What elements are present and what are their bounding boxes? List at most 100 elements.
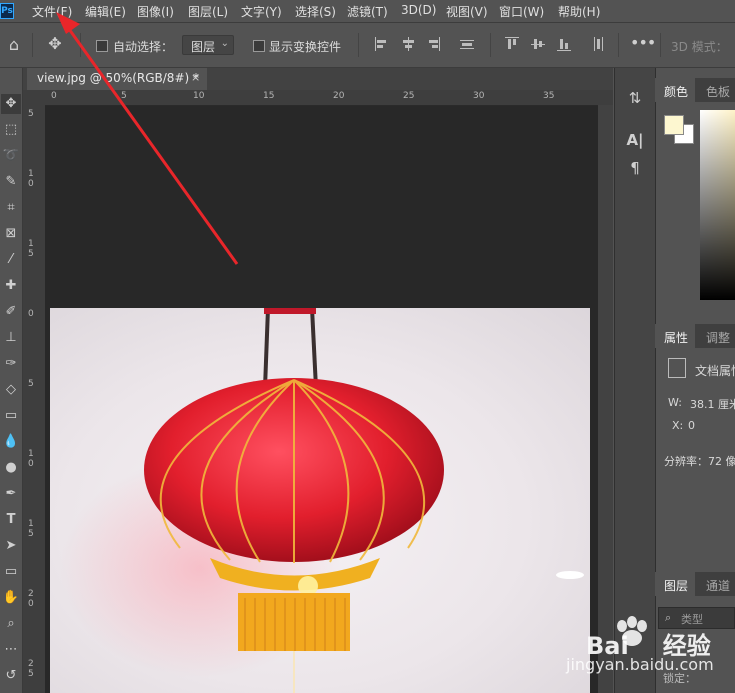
tab-channels[interactable]: 通道 <box>706 577 730 594</box>
lasso-tool-icon[interactable]: ➰ <box>1 146 21 166</box>
path-select-tool-icon[interactable]: ➤ <box>1 536 21 556</box>
vertical-ruler[interactable]: 5 1 0 1 5 0 5 1 0 1 5 2 0 2 5 <box>23 105 46 693</box>
divider <box>490 33 491 57</box>
options-bar: ⌂ ✥ 自动选择： 图层 ⌄ 显示变换控件 ••• 3D 模式： <box>0 23 735 68</box>
zoom-tool-icon[interactable]: ⌕ <box>1 614 21 634</box>
auto-select-dropdown[interactable]: 图层 ⌄ <box>182 35 234 55</box>
ruler-tick: 30 <box>473 91 485 101</box>
lantern-photo <box>60 308 584 693</box>
menu-help[interactable]: 帮助(H) <box>558 3 600 20</box>
ruler-tick: 25 <box>403 91 415 101</box>
3d-mode-label: 3D 模式： <box>671 40 728 54</box>
show-transform-label: 显示变换控件 <box>269 40 342 54</box>
marquee-tool-icon[interactable]: ⬚ <box>1 120 21 140</box>
pen-tool-icon[interactable]: ✒ <box>1 484 21 504</box>
frame-tool-icon[interactable]: ⊠ <box>1 224 21 244</box>
hand-tool-icon[interactable]: ✋ <box>1 588 21 608</box>
paragraph-panel-icon[interactable]: ¶ <box>625 158 645 178</box>
align-bottom-icon[interactable] <box>557 37 571 51</box>
swap-colors-icon[interactable]: ↺ <box>1 666 21 686</box>
distribute-icon[interactable] <box>460 37 474 51</box>
gradient-tool-icon[interactable]: ▭ <box>1 406 21 426</box>
ruler-tick: 0 <box>28 599 34 609</box>
crop-tool-icon[interactable]: ⌗ <box>1 198 21 218</box>
menu-select[interactable]: 选择(S) <box>295 3 336 20</box>
menu-filter[interactable]: 滤镜(T) <box>347 3 388 20</box>
healing-brush-tool-icon[interactable]: ✚ <box>1 276 21 296</box>
tab-layers[interactable]: 图层 <box>664 577 688 594</box>
horizontal-ruler[interactable]: 0 5 10 15 20 25 30 35 <box>45 90 613 106</box>
menu-layer[interactable]: 图层(L) <box>188 3 228 20</box>
width-label: W: <box>668 396 682 409</box>
menu-type[interactable]: 文字(Y) <box>241 3 282 20</box>
doc-properties-label: 文档属性 <box>695 364 735 378</box>
properties-panel-tabs: 属性 调整 <box>655 324 735 348</box>
color-picker-field[interactable] <box>700 110 735 300</box>
x-label: X: <box>672 419 684 432</box>
quick-select-tool-icon[interactable]: ✎ <box>1 172 21 192</box>
ruler-tick: 10 <box>193 91 205 101</box>
document-tab[interactable]: view.jpg @ 50%(RGB/8#) * × <box>27 68 207 90</box>
photoshop-logo: Ps <box>0 3 14 19</box>
x-value[interactable]: 0 <box>688 419 695 432</box>
menu-file[interactable]: 文件(F) <box>32 3 72 20</box>
align-left-icon[interactable] <box>375 37 387 51</box>
align-right-icon[interactable] <box>428 37 440 51</box>
menu-edit[interactable]: 编辑(E) <box>85 3 126 20</box>
align-center-h-icon[interactable] <box>402 37 414 51</box>
menu-bar: Ps 文件(F) 编辑(E) 图像(I) 图层(L) 文字(Y) 选择(S) 滤… <box>0 0 735 23</box>
canvas-image[interactable] <box>50 308 590 693</box>
ruler-tick: 35 <box>543 91 555 101</box>
move-tool-icon[interactable]: ✥ <box>45 36 65 52</box>
ruler-tick: 1 <box>28 239 34 249</box>
menu-3d[interactable]: 3D(D) <box>401 3 436 17</box>
ruler-tick: 5 <box>28 669 34 679</box>
document-scrollbar[interactable] <box>598 105 613 693</box>
tab-swatches[interactable]: 色板 <box>706 83 730 100</box>
history-brush-tool-icon[interactable]: ✑ <box>1 354 21 374</box>
ruler-tick: 1 <box>28 449 34 459</box>
layers-panel-tabs: 图层 通道 <box>655 572 735 596</box>
brush-tool-icon[interactable]: ✐ <box>1 302 21 322</box>
character-panel-icon[interactable]: A| <box>625 130 645 150</box>
show-transform-checkbox[interactable] <box>253 40 265 52</box>
tab-adjustments[interactable]: 调整 <box>706 329 730 346</box>
ruler-tick: 0 <box>51 91 57 101</box>
eyedropper-tool-icon[interactable]: ⁄ <box>1 250 21 270</box>
more-tools-icon[interactable]: ⋯ <box>1 640 21 660</box>
move-tool-icon[interactable]: ✥ <box>1 94 21 114</box>
align-middle-v-icon[interactable] <box>531 37 545 51</box>
eraser-tool-icon[interactable]: ◇ <box>1 380 21 400</box>
more-options-icon[interactable]: ••• <box>630 35 656 51</box>
auto-select-checkbox[interactable] <box>96 40 108 52</box>
ruler-corner[interactable] <box>23 90 45 105</box>
close-icon[interactable]: × <box>191 71 200 84</box>
tab-color[interactable]: 颜色 <box>664 83 688 100</box>
type-tool-icon[interactable]: T <box>1 510 21 530</box>
blur-tool-icon[interactable]: 💧 <box>1 432 21 452</box>
tab-properties[interactable]: 属性 <box>664 329 688 346</box>
distribute-vertical-icon[interactable] <box>592 37 604 51</box>
rectangle-tool-icon[interactable]: ▭ <box>1 562 21 582</box>
history-panel-icon[interactable]: ⇅ <box>625 88 645 108</box>
menu-window[interactable]: 窗口(W) <box>499 3 544 20</box>
ruler-tick: 1 <box>28 519 34 529</box>
collapsed-panel-dock: ⇅ A| ¶ <box>614 68 655 693</box>
ruler-tick: 5 <box>121 91 127 101</box>
auto-select-label: 自动选择： <box>113 40 174 54</box>
ruler-tick: 5 <box>28 249 34 259</box>
stamp-tool-icon[interactable]: ⊥ <box>1 328 21 348</box>
menu-image[interactable]: 图像(I) <box>137 3 174 20</box>
watermark-url: jingyan.baidu.com <box>566 655 714 674</box>
ruler-tick: 0 <box>28 309 34 319</box>
dodge-tool-icon[interactable]: ● <box>1 458 21 478</box>
divider <box>358 33 359 57</box>
tools-panel: ✥ ⬚ ➰ ✎ ⌗ ⊠ ⁄ ✚ ✐ ⊥ ✑ ◇ ▭ 💧 ● ✒ T ➤ ▭ ✋ … <box>0 68 23 693</box>
home-icon[interactable]: ⌂ <box>5 37 23 53</box>
menu-view[interactable]: 视图(V) <box>446 3 488 20</box>
divider <box>618 33 619 57</box>
align-top-icon[interactable] <box>505 37 519 51</box>
width-value[interactable]: 38.1 厘米 <box>690 396 735 412</box>
ruler-tick: 15 <box>263 91 275 101</box>
foreground-color-swatch[interactable] <box>664 115 684 135</box>
